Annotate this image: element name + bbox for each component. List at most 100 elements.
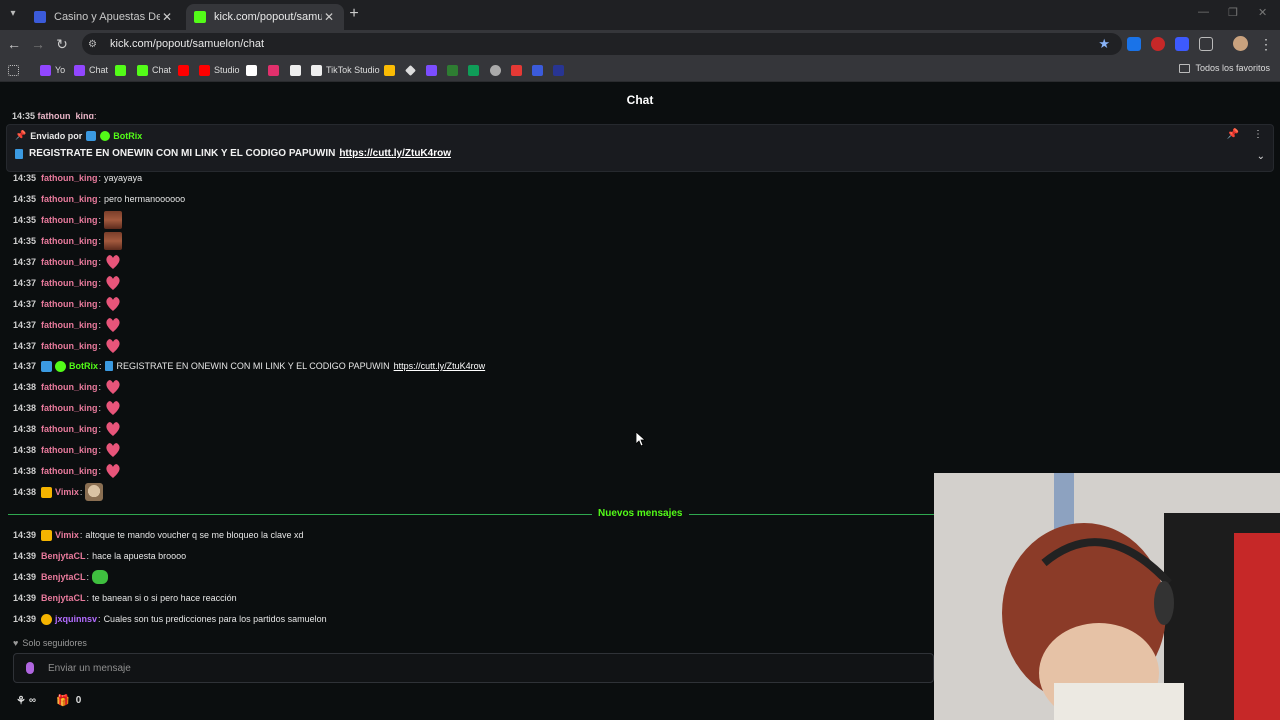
- chat-message-row[interactable]: 14:38 Vimix:: [13, 483, 104, 501]
- chat-message-row[interactable]: 14:39 jxquinnsv: Cuales son tus prediccion…: [13, 611, 327, 627]
- url-field[interactable]: ⚙ kick.com/popout/samuelon/chat ★: [82, 33, 1122, 55]
- chat-message-row[interactable]: 14:39 Vimix: altoque te mando voucher q se…: [13, 527, 304, 543]
- face-emote-icon[interactable]: [104, 232, 123, 250]
- message-username[interactable]: fathoun_king: [41, 445, 98, 455]
- pinned-username[interactable]: BotRix: [113, 131, 142, 141]
- chat-message-row[interactable]: 14:38 fathoun_king:: [13, 400, 122, 416]
- browser-menu-icon[interactable]: ⋮: [1258, 36, 1274, 52]
- chat-message-row[interactable]: 14:38 fathoun_king:: [13, 442, 122, 458]
- microphone-icon[interactable]: [26, 662, 34, 674]
- bookmark-generic[interactable]: [511, 63, 526, 77]
- chevron-down-icon[interactable]: ⌄: [1257, 151, 1265, 162]
- close-tab-icon[interactable]: ✕: [160, 10, 174, 24]
- chat-message-row[interactable]: 14:35 fathoun_king:: [13, 211, 123, 229]
- profile-avatar[interactable]: [1233, 36, 1248, 51]
- bookmark-generic[interactable]: [426, 63, 441, 77]
- message-username[interactable]: fathoun_king: [41, 236, 98, 246]
- chat-message-row[interactable]: 14:37 fathoun_king:: [13, 275, 122, 291]
- cat-emote-icon[interactable]: [85, 483, 104, 501]
- chat-message-row[interactable]: 14:35 fathoun_king: yayayaya: [13, 170, 142, 186]
- message-username[interactable]: fathoun_king: [41, 278, 98, 288]
- message-username[interactable]: Vimix: [55, 487, 79, 497]
- apps-grid-icon[interactable]: [8, 63, 23, 77]
- new-tab-plus-icon[interactable]: +: [346, 6, 362, 22]
- bookmark-generic[interactable]: [553, 63, 568, 77]
- site-info-icon[interactable]: ⚙: [88, 39, 102, 50]
- heart-emote-icon[interactable]: [104, 420, 122, 438]
- bookmark-sheets[interactable]: [468, 63, 483, 77]
- browser-tab-kick-chat[interactable]: kick.com/popout/samuelon/ch ✕: [186, 4, 344, 30]
- heart-emote-icon[interactable]: [104, 295, 122, 313]
- maximize-icon[interactable]: ❐: [1228, 6, 1238, 19]
- forward-arrow-icon[interactable]: →: [30, 36, 46, 52]
- chat-message-row[interactable]: 14:35 fathoun_king: pero hermanoooooo: [13, 191, 185, 207]
- audio-extension-icon[interactable]: [1175, 37, 1189, 51]
- message-username[interactable]: BenjytaCL: [41, 551, 86, 561]
- heart-emote-icon[interactable]: [104, 441, 122, 459]
- heart-emote-icon[interactable]: [104, 378, 122, 396]
- message-username[interactable]: fathoun_king: [41, 257, 98, 267]
- bookmark-kick[interactable]: [115, 63, 130, 77]
- message-username[interactable]: fathoun_king: [41, 424, 98, 434]
- message-username[interactable]: fathoun_king: [41, 466, 98, 476]
- message-username[interactable]: Vimix: [55, 530, 79, 540]
- bookmark-tiktok-studio[interactable]: TikTok Studio: [311, 63, 380, 77]
- heart-emote-icon[interactable]: [104, 399, 122, 417]
- chat-message-row[interactable]: 14:38 fathoun_king:: [13, 421, 122, 437]
- channel-points-icon[interactable]: ⚘: [16, 694, 26, 707]
- message-username[interactable]: fathoun_king: [41, 173, 98, 183]
- translate-extension-icon[interactable]: [1127, 37, 1141, 51]
- message-username[interactable]: fathoun_king: [41, 320, 98, 330]
- message-username[interactable]: BotRix: [69, 361, 98, 371]
- bookmark-generic[interactable]: [532, 63, 547, 77]
- chat-message-row[interactable]: 14:39 BenjytaCL: hace la apuesta broooo: [13, 548, 186, 564]
- bookmark-twitch-chat[interactable]: Chat: [74, 63, 108, 77]
- back-arrow-icon[interactable]: ←: [6, 36, 22, 52]
- heart-emote-icon[interactable]: [104, 337, 122, 355]
- pinned-link[interactable]: https://cutt.ly/ZtuK4row: [339, 148, 451, 159]
- bookmark-youtube[interactable]: [178, 63, 193, 77]
- message-username[interactable]: fathoun_king: [41, 341, 98, 351]
- chat-message-row[interactable]: 14:37 fathoun_king:: [13, 296, 122, 312]
- bookmark-instagram[interactable]: [268, 63, 283, 77]
- message-username[interactable]: BenjytaCL: [41, 572, 86, 582]
- message-username[interactable]: fathoun_king: [41, 215, 98, 225]
- bookmark-generic[interactable]: [447, 63, 462, 77]
- tab-search-chevron-icon[interactable]: ▾: [4, 5, 22, 23]
- bot-message-row[interactable]: 14:37 BotRix: REGISTRATE EN ONEWIN CON MI …: [13, 358, 485, 374]
- chat-message-row[interactable]: 14:39 BenjytaCL:: [13, 569, 109, 585]
- unpin-icon[interactable]: 📌: [1227, 129, 1239, 140]
- chat-message-row[interactable]: 14:35 fathoun_king:: [13, 232, 123, 250]
- chat-input-box[interactable]: [13, 653, 934, 683]
- record-extension-icon[interactable]: [1151, 37, 1165, 51]
- bookmark-kick-chat[interactable]: Chat: [137, 63, 171, 77]
- close-window-icon[interactable]: ✕: [1258, 6, 1267, 19]
- heart-emote-icon[interactable]: [104, 253, 122, 271]
- message-username[interactable]: jxquinnsv: [55, 614, 97, 624]
- message-username[interactable]: fathoun_king: [41, 299, 98, 309]
- chat-message-row[interactable]: 14:37 fathoun_king:: [13, 254, 122, 270]
- chat-message-row[interactable]: 14:38 fathoun_king:: [13, 463, 122, 479]
- laughing-emote-icon[interactable]: [92, 570, 109, 584]
- bookmark-star-icon[interactable]: ★: [1098, 36, 1110, 52]
- browser-tab-casino[interactable]: Casino y Apuestas Deportivas C ✕: [26, 4, 182, 30]
- minimize-icon[interactable]: —: [1198, 6, 1209, 18]
- message-username[interactable]: fathoun_king: [41, 382, 98, 392]
- chat-message-input[interactable]: [48, 662, 848, 674]
- message-username[interactable]: fathoun_king: [41, 403, 98, 413]
- all-bookmarks-folder[interactable]: Todos los favoritos: [1179, 63, 1270, 73]
- bookmark-x[interactable]: [246, 63, 261, 77]
- pinned-message[interactable]: 📌 Enviado por BotRix REGISTRATE EN ONEWI…: [6, 124, 1274, 172]
- chat-message-row[interactable]: 14:37 fathoun_king:: [13, 338, 122, 354]
- bookmark-tiktok[interactable]: [290, 63, 305, 77]
- bookmark-generic[interactable]: [490, 63, 505, 77]
- heart-emote-icon[interactable]: [104, 316, 122, 334]
- gift-icon[interactable]: 🎁: [56, 694, 70, 707]
- chat-message-row[interactable]: 14:38 fathoun_king:: [13, 379, 122, 395]
- message-link[interactable]: https://cutt.ly/ZtuK4row: [394, 361, 486, 371]
- bookmark-drive[interactable]: [384, 63, 399, 77]
- chat-message-row[interactable]: 14:39 BenjytaCL: te banean si o si pero ha…: [13, 590, 237, 606]
- bookmark-youtube-studio[interactable]: Studio: [199, 63, 240, 77]
- bookmark-twitch-yo[interactable]: Yo: [40, 63, 65, 77]
- message-username[interactable]: BenjytaCL: [41, 593, 86, 603]
